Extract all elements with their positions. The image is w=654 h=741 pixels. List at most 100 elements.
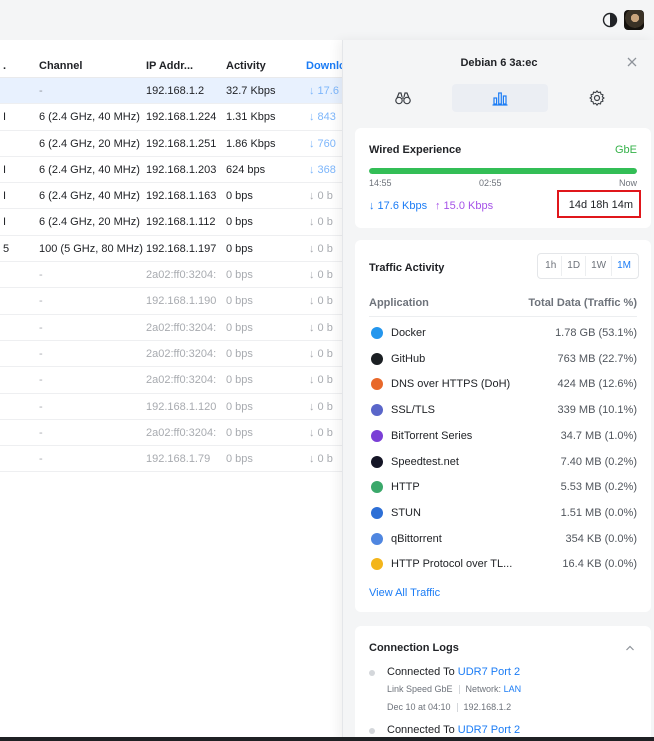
log-title: Connected To UDR7 Port 2 [387,724,520,736]
table-row[interactable]: - 192.168.1.120 0 bps ↓ 0 b [0,394,342,420]
tab-settings[interactable] [548,84,645,112]
column-application[interactable]: Application [369,297,429,309]
row-channel: - [39,295,43,308]
table-row[interactable]: - 2a02:ff0:3204: 0 bps ↓ 0 b [0,367,342,394]
traffic-activity-card: Traffic Activity 1h 1D 1W 1M Application… [355,240,651,612]
row-channel: - [39,374,43,387]
table-row[interactable]: - 2a02:ff0:3204: 0 bps ↓ 0 b [0,262,342,289]
log-bullet [369,670,375,676]
table-header: . Channel IP Addr... Activity Downlc [0,52,345,78]
app-icon [371,404,383,417]
header-divider [369,316,637,317]
table-row[interactable]: - 2a02:ff0:3204: 0 bps ↓ 0 b [0,341,342,368]
row-download: ↓ 0 b [309,269,333,282]
app-traffic-row[interactable]: DNS over HTTPS (DoH) 424 MB (12.6%) [369,373,637,399]
app-name: qBittorrent [391,532,442,545]
log-prefix: Connected To [387,724,458,736]
row-ip-address: 2a02:ff0:3204: [146,321,217,334]
row-activity: 0 bps [226,190,253,203]
clients-table: . Channel IP Addr... Activity Downlc - 19… [0,52,345,473]
row-edge-cell: I [3,190,7,203]
range-1w[interactable]: 1W [586,256,613,276]
network-label: Network: [465,684,504,694]
log-device-link[interactable]: UDR7 Port 2 [458,724,520,736]
theme-toggle-icon[interactable] [602,12,618,28]
table-row[interactable]: - 2a02:ff0:3204: 0 bps ↓ 0 b [0,315,342,341]
row-activity: 0 bps [226,347,253,360]
row-download: ↓ 0 b [309,426,333,439]
app-traffic-row[interactable]: SSL/TLS 339 MB (10.1%) [369,399,637,425]
timeline-tick-middle: 02:55 [479,178,502,188]
app-name: BitTorrent Series [391,429,473,442]
log-title: Connected To UDR7 Port 2 [387,666,520,678]
avatar[interactable] [624,10,644,30]
app-traffic-row[interactable]: Speedtest.net 7.40 MB (0.2%) [369,451,637,477]
table-row[interactable]: 6 (2.4 GHz, 20 MHz) 192.168.1.251 1.86 Kbp… [0,131,342,157]
app-traffic-row[interactable]: GitHub 763 MB (22.7%) [369,348,637,374]
column-header-channel[interactable]: Channel [39,60,82,72]
connection-logs-card: Connection Logs Connected To UDR7 Port 2… [355,626,651,741]
tab-insights[interactable] [355,84,452,112]
column-header-edge[interactable]: . [3,60,6,72]
app-traffic-row[interactable]: STUN 1.51 MB (0.0%) [369,502,637,528]
table-row[interactable]: I 6 (2.4 GHz, 40 MHz) 192.168.1.163 0 bps ↓ … [0,183,342,210]
row-ip-address: 192.168.1.2 [146,85,205,97]
gear-icon [589,90,605,106]
app-icon [371,378,383,391]
app-traffic-row[interactable]: BitTorrent Series 34.7 MB (1.0%) [369,425,637,451]
row-edge-cell: 5 [3,242,10,255]
row-edge-cell: I [3,163,7,176]
app-total-data: 1.78 GB (53.1%) [555,327,637,339]
table-row[interactable]: - 192.168.1.2 32.7 Kbps ↓ 17.6 [0,78,342,105]
row-channel: 100 (5 GHz, 80 MHz) [39,242,143,255]
log-meta-time: Dec 10 at 04:10 192.168.1.2 [387,702,511,713]
table-row[interactable]: I 6 (2.4 GHz, 40 MHz) 192.168.1.203 624 bps… [0,157,342,184]
row-activity: 32.7 Kbps [226,85,276,97]
chevron-up-icon[interactable] [625,643,635,653]
timeline-tick-now: Now [618,178,637,188]
row-activity: 0 bps [226,374,253,387]
table-row[interactable]: - 192.168.1.79 0 bps ↓ 0 b [0,446,342,473]
row-channel: 6 (2.4 GHz, 20 MHz) [39,216,140,229]
row-ip-address: 192.168.1.203 [146,163,217,176]
network-link[interactable]: LAN [504,684,522,694]
app-traffic-row[interactable]: Docker 1.78 GB (53.1%) [369,322,637,348]
app-total-data: 424 MB (12.6%) [557,378,637,391]
link-speed-label: GbE [614,144,637,156]
range-1d[interactable]: 1D [562,256,587,276]
range-1h[interactable]: 1h [540,256,563,276]
log-bullet [369,728,375,734]
app-total-data: 354 KB (0.0%) [565,532,637,545]
table-row[interactable]: 5 100 (5 GHz, 80 MHz) 192.168.1.197 0 bps ↓ … [0,236,342,263]
app-name: GitHub [391,352,426,365]
row-activity: 0 bps [226,426,253,439]
log-device-link[interactable]: UDR7 Port 2 [458,666,520,678]
tab-statistics[interactable] [451,84,549,112]
app-icon [371,429,383,442]
row-download: ↓ 0 b [309,400,333,413]
row-activity: 0 bps [226,453,253,466]
row-channel: - [39,85,43,97]
app-name: Docker [391,327,426,339]
app-total-data: 7.40 MB (0.2%) [560,455,637,468]
row-edge-cell: I [3,216,7,229]
app-total-data: 34.7 MB (1.0%) [560,429,637,442]
row-activity: 0 bps [226,400,253,413]
table-row[interactable]: I 6 (2.4 GHz, 20 MHz) 192.168.1.112 0 bps ↓ … [0,209,342,236]
column-header-download[interactable]: Downlc [306,60,345,72]
column-total-data[interactable]: Total Data (Traffic %) [528,297,637,309]
app-traffic-row[interactable]: HTTP 5.53 MB (0.2%) [369,476,637,502]
app-name: SSL/TLS [391,404,436,417]
table-row[interactable]: I 6 (2.4 GHz, 40 MHz) 192.168.1.224 1.31 Kb… [0,104,342,131]
table-row[interactable]: - 2a02:ff0:3204: 0 bps ↓ 0 b [0,420,342,447]
app-traffic-row[interactable]: HTTP Protocol over TL... 16.4 KB (0.0%) [369,553,637,579]
app-traffic-row[interactable]: qBittorrent 354 KB (0.0%) [369,528,637,554]
row-edge-cell: I [3,111,7,124]
table-row[interactable]: - 192.168.1.190 0 bps ↓ 0 b [0,288,342,315]
view-all-traffic-link[interactable]: View All Traffic [369,587,440,599]
column-header-ip[interactable]: IP Addr... [146,60,193,72]
close-icon[interactable] [626,56,638,68]
column-header-activity[interactable]: Activity [226,60,266,72]
range-1m[interactable]: 1M [612,256,636,276]
row-activity: 0 bps [226,216,253,229]
